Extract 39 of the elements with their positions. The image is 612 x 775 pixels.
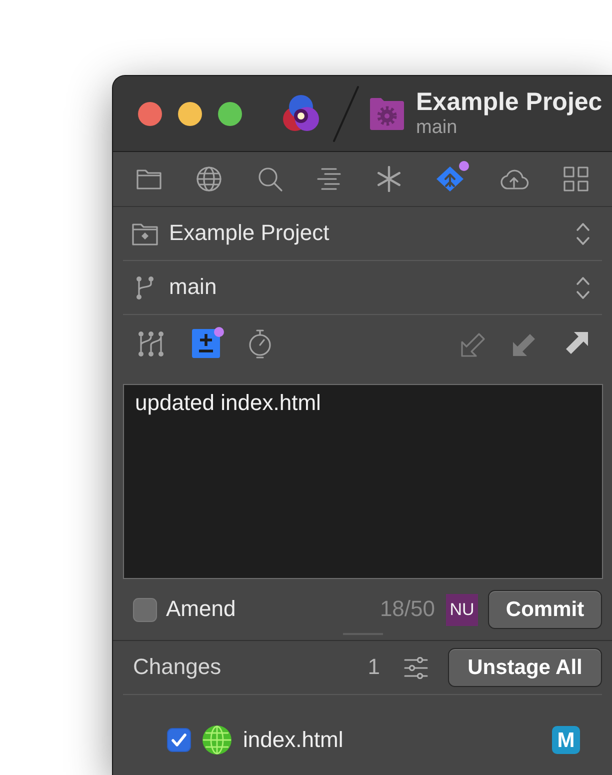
commit-button[interactable]: Commit (488, 590, 602, 629)
filter-sliders-icon[interactable] (404, 656, 428, 678)
changes-count: 1 (368, 654, 380, 681)
swirl-logo-icon (280, 94, 320, 134)
source-control-icon[interactable] (436, 166, 464, 192)
character-count: 18/50 (380, 596, 435, 623)
align-lines-icon[interactable] (317, 167, 342, 191)
amend-label[interactable]: Amend (166, 596, 236, 623)
stage-changes-icon[interactable] (192, 329, 220, 358)
minimize-button[interactable] (178, 102, 202, 126)
unstage-all-button[interactable]: Unstage All (448, 648, 602, 687)
globe-icon (202, 725, 232, 755)
author-initials-avatar: NU (446, 594, 478, 626)
folder-diamond-icon (132, 222, 158, 246)
folder-gear-icon (369, 96, 405, 131)
grid-icon[interactable] (562, 166, 589, 192)
folder-icon[interactable] (136, 167, 162, 191)
up-down-chevron-icon[interactable] (576, 276, 590, 300)
project-name[interactable]: Example Project (169, 220, 330, 247)
branch-icon (136, 276, 154, 300)
window-subtitle: main (416, 116, 458, 139)
dot-graph-icon[interactable] (138, 330, 164, 356)
changes-heading: Changes (133, 654, 222, 681)
zoom-button[interactable] (218, 102, 242, 126)
window-title: Example Projec (416, 88, 602, 117)
stopwatch-icon[interactable] (248, 328, 272, 358)
file-name[interactable]: index.html (243, 726, 344, 754)
commit-message-field[interactable]: updated index.html (123, 384, 603, 579)
search-icon[interactable] (256, 166, 283, 192)
slash-separator (332, 84, 360, 142)
asterisk-icon[interactable] (376, 166, 402, 192)
file-checkbox[interactable] (167, 728, 191, 752)
amend-checkbox[interactable] (133, 598, 157, 622)
globe-icon[interactable] (196, 166, 222, 192)
up-down-chevron-icon[interactable] (576, 222, 590, 246)
branch-name[interactable]: main (169, 274, 217, 301)
cloud-upload-icon[interactable] (498, 168, 529, 190)
close-button[interactable] (138, 102, 162, 126)
file-status-badge: M (552, 726, 580, 754)
